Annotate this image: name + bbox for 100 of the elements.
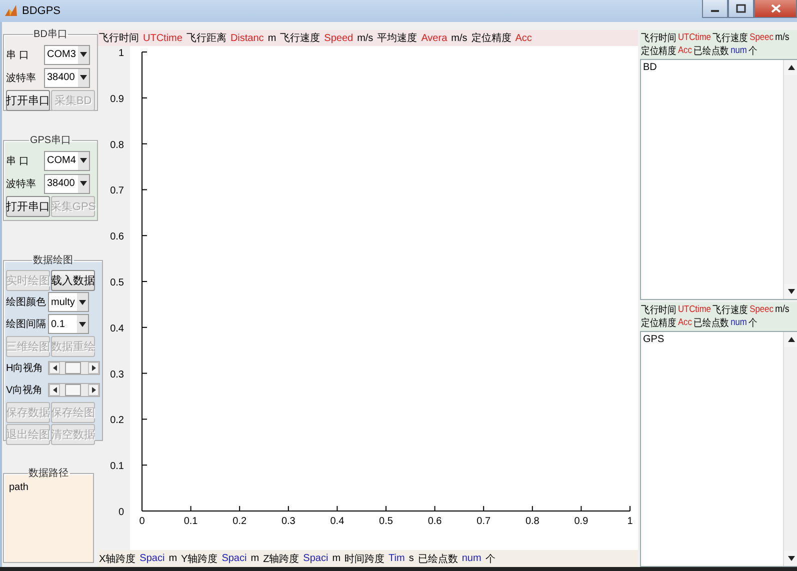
status-label: 飞行速度: [712, 32, 748, 44]
slider-left-button[interactable]: [49, 384, 60, 396]
axis-label: 0.1: [184, 516, 198, 527]
panel-title: GPS串口: [28, 134, 72, 147]
status-label: m/s: [775, 304, 790, 315]
field-label: V向视角: [6, 384, 44, 397]
axis-label: 0.2: [110, 415, 124, 426]
axis-label: 0.8: [525, 516, 540, 527]
dropdown[interactable]: COM4: [44, 150, 90, 170]
caret-icon: [788, 556, 794, 561]
panel-title: 数据绘图: [32, 254, 74, 267]
axis-label: 0.7: [476, 516, 491, 527]
axis-label: 0: [118, 507, 124, 518]
panel-button[interactable]: 打开串口: [6, 90, 50, 111]
caret-icon: [80, 181, 87, 186]
status-label: 平均速度: [377, 32, 418, 45]
status-value: Acc: [678, 45, 692, 56]
status-value: UTCtime: [678, 304, 711, 315]
axis-label: 0.9: [110, 94, 124, 105]
panel-title: 数据路径: [28, 467, 70, 480]
status-value: Distanc: [230, 32, 264, 44]
status-label: 定位精度: [641, 44, 676, 58]
status-label: 飞行速度: [280, 32, 320, 45]
slider-left-button[interactable]: [49, 362, 60, 374]
axis-label: 0.6: [428, 516, 442, 527]
field-label: 串 口: [6, 154, 30, 168]
maximize-icon: [736, 4, 746, 13]
panel-button[interactable]: 载入数据: [51, 270, 95, 290]
list-item[interactable]: BD: [643, 62, 781, 73]
slider[interactable]: [48, 383, 100, 397]
status-label: Z轴跨度: [263, 552, 300, 566]
status-label: 个: [748, 44, 758, 58]
right-arrow-icon: [92, 387, 96, 393]
status-label: 飞行时间: [641, 32, 676, 44]
list-box[interactable]: GPS: [640, 331, 797, 567]
scroll-up-button[interactable]: [784, 60, 797, 75]
status-label: 时间跨度: [344, 552, 385, 566]
scroll-down-button[interactable]: [784, 284, 797, 299]
status-value: UTCtime: [678, 32, 711, 43]
window-title: BDGPS: [22, 5, 61, 17]
axis-label: 0: [139, 516, 145, 527]
status-label: 个: [748, 316, 758, 330]
status-value: Acc: [678, 317, 692, 328]
path-text: path: [9, 482, 30, 493]
slider-thumb[interactable]: [65, 362, 82, 374]
minimize-button[interactable]: [702, 0, 728, 18]
axis-label: 0.3: [110, 369, 124, 380]
scroll-down-button[interactable]: [784, 551, 797, 566]
list-box[interactable]: BD: [640, 59, 797, 300]
field-label: 串 口: [6, 48, 30, 62]
axis-label: 0.3: [281, 516, 296, 527]
dropdown[interactable]: 38400: [44, 174, 90, 194]
status-value: Speed: [324, 32, 354, 44]
axis-label: 0.6: [110, 232, 124, 243]
caret-icon: [80, 52, 87, 57]
scrollbar[interactable]: [783, 332, 797, 566]
panel-button[interactable]: 打开串口: [6, 196, 50, 217]
status-value: Spaci: [222, 553, 247, 564]
dropdown[interactable]: multy: [48, 292, 89, 312]
status-label: m: [332, 553, 341, 564]
slider-thumb[interactable]: [65, 384, 82, 396]
right-arrow-icon: [92, 365, 96, 371]
status-value: Speec: [750, 32, 774, 43]
left-arrow-icon: [52, 387, 56, 393]
status-label: 已绘点数: [694, 44, 729, 58]
field-label: 绘图颜色: [6, 296, 47, 309]
status-label: 已绘点数: [694, 316, 729, 330]
panel-title: BD串口: [32, 28, 68, 41]
status-value: Acc: [515, 32, 532, 44]
slider-right-button[interactable]: [88, 384, 99, 396]
list-item[interactable]: GPS: [643, 334, 781, 345]
status-value: num: [730, 45, 747, 56]
status-label: s: [408, 553, 414, 564]
axis-label: 0.7: [110, 186, 124, 197]
dropdown[interactable]: COM3: [44, 44, 90, 64]
scroll-up-button[interactable]: [784, 332, 797, 347]
status-label: m: [168, 553, 178, 564]
axis-label: 0.1: [110, 461, 124, 472]
status-label: 定位精度: [471, 32, 512, 45]
axis-label: 0.5: [110, 278, 124, 288]
dropdown[interactable]: 0.1: [48, 314, 89, 334]
caret-icon: [79, 300, 86, 304]
dropdown[interactable]: 38400: [44, 68, 90, 88]
scrollbar[interactable]: [783, 60, 797, 299]
close-button[interactable]: [754, 0, 797, 18]
status-value: Tim: [388, 553, 405, 564]
axis-label: 0.4: [110, 323, 124, 334]
axis-label: 1: [627, 516, 633, 527]
status-label: 定位精度: [641, 316, 676, 330]
maximize-button[interactable]: [728, 0, 754, 18]
axis-label: 0.8: [110, 140, 124, 151]
caret-icon: [80, 75, 87, 80]
slider[interactable]: [48, 361, 100, 375]
field-label: 波特率: [6, 178, 37, 190]
field-label: 绘图间隔: [6, 318, 47, 331]
slider-right-button[interactable]: [88, 362, 99, 374]
status-label: m: [250, 553, 260, 564]
status-label: 个: [485, 552, 496, 566]
status-label: m/s: [775, 32, 790, 43]
axis-label: 0.5: [379, 516, 393, 527]
